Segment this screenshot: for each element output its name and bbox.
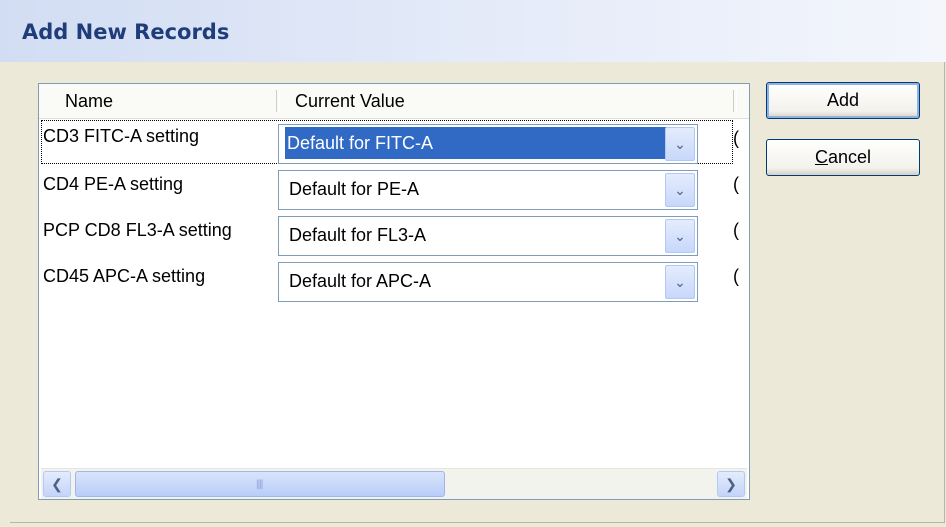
row-name-cd45[interactable]: CD45 APC-A setting (43, 266, 205, 287)
grip-icon: |||| (256, 479, 263, 490)
chevron-down-icon[interactable]: ⌄ (665, 219, 695, 253)
row-name-cd4[interactable]: CD4 PE-A setting (43, 174, 183, 195)
combo-value: Default for FITC-A (285, 127, 676, 159)
value-combo-cd3[interactable]: Default for FITC-A ⌄ (278, 124, 698, 164)
column-divider[interactable] (276, 90, 280, 112)
combo-value: Default for FL3-A (289, 225, 427, 245)
arrow-right-icon[interactable]: ❯ (717, 471, 745, 497)
clipped-column-text: ( (733, 220, 739, 240)
cancel-accelerator: C (814, 147, 828, 167)
dialog-title: Add New Records (22, 20, 230, 44)
value-combo-cd4[interactable]: Default for PE-A ⌄ (278, 170, 698, 210)
arrow-left-icon[interactable]: ❮ (43, 471, 71, 497)
records-grid[interactable]: Name Current Value CD3 FITC-A setting De… (38, 83, 750, 500)
column-header-name[interactable]: Name (65, 84, 113, 118)
grid-header: Name Current Value (39, 84, 749, 119)
horizontal-scrollbar[interactable]: ❮ |||| ❯ (41, 468, 747, 499)
chevron-down-icon[interactable]: ⌄ (665, 265, 695, 299)
chevron-down-icon[interactable]: ⌄ (665, 173, 695, 207)
cancel-button[interactable]: Cancel (766, 139, 920, 176)
scrollbar-thumb[interactable]: |||| (75, 471, 445, 497)
clipped-column-text: ( (733, 174, 739, 194)
chevron-down-icon[interactable]: ⌄ (665, 127, 695, 161)
combo-value: Default for APC-A (289, 271, 432, 291)
cancel-label: ancel (827, 147, 872, 167)
column-header-current-value[interactable]: Current Value (295, 84, 405, 118)
column-divider[interactable] (733, 90, 737, 112)
row-name-pcp-cd8[interactable]: PCP CD8 FL3-A setting (43, 220, 232, 241)
dialog-titlebar[interactable]: Add New Records (0, 0, 946, 62)
clipped-column-text: ( (733, 128, 739, 148)
clipped-column-text: ( (733, 266, 739, 286)
add-button[interactable]: Add (766, 82, 920, 119)
value-combo-cd45[interactable]: Default for APC-A ⌄ (278, 262, 698, 302)
combo-value: Default for PE-A (289, 179, 420, 199)
value-combo-pcp-cd8[interactable]: Default for FL3-A ⌄ (278, 216, 698, 256)
row-name-cd3[interactable]: CD3 FITC-A setting (43, 126, 199, 147)
